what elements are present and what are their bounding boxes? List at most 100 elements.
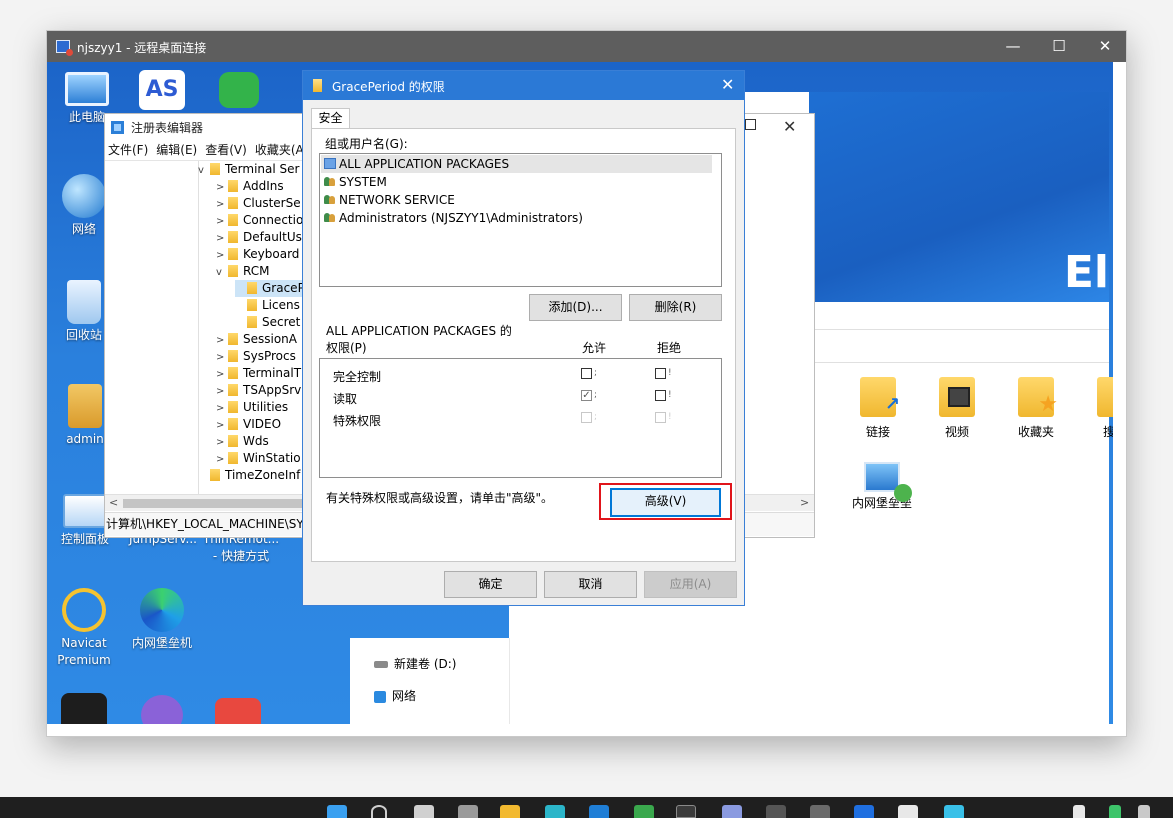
tree-node[interactable]: > Keyboard <box>216 246 299 264</box>
app-tile-icon[interactable]: AS <box>139 70 185 110</box>
list-item[interactable]: NETWORK SERVICE <box>321 191 712 209</box>
expand-arrow-icon[interactable]: > <box>216 434 228 451</box>
tree-node[interactable]: > ClusterSe <box>216 195 301 213</box>
tree-node[interactable]: > WinStatio <box>216 450 301 468</box>
group-user-list[interactable]: ALL APPLICATION PACKAGES SYSTEM NETWORK … <box>319 153 722 287</box>
full-control-deny-checkbox[interactable] <box>655 368 666 379</box>
scroll-right-icon[interactable]: > <box>800 496 809 509</box>
dialog-close-button[interactable]: ✕ <box>721 75 734 94</box>
start-icon[interactable] <box>327 805 347 818</box>
expand-arrow-icon[interactable]: > <box>216 196 228 213</box>
wps-icon[interactable] <box>215 698 261 724</box>
wechat-icon[interactable] <box>634 805 654 818</box>
tree-node[interactable]: > DefaultUs <box>216 229 302 247</box>
expand-arrow-icon[interactable]: > <box>216 400 228 417</box>
rdp-title-bar[interactable]: njszyy1 - 远程桌面连接 — ☐ ✕ <box>47 31 1126 62</box>
minimize-button[interactable]: — <box>990 31 1036 62</box>
edge-icon[interactable] <box>545 805 565 818</box>
add-button[interactable]: 添加(D)... <box>529 294 622 321</box>
list-item[interactable]: SYSTEM <box>321 173 712 191</box>
tree-node[interactable]: > VIDEO <box>216 416 281 434</box>
check-app-icon[interactable] <box>854 805 874 818</box>
folder-favorites[interactable]: 收藏夹 <box>1001 377 1071 440</box>
folder-searches[interactable]: 搜索 <box>1080 377 1113 440</box>
close-button[interactable]: ✕ <box>1082 31 1128 62</box>
nav-item-network[interactable]: 网络 <box>374 687 416 704</box>
expand-arrow-icon[interactable]: > <box>216 179 228 196</box>
tray-icon[interactable] <box>1109 805 1121 818</box>
user-folder-icon <box>68 384 102 428</box>
expand-arrow-icon[interactable]: > <box>216 230 228 247</box>
expand-arrow-icon[interactable]: v <box>216 264 228 281</box>
folder-videos[interactable]: 视频 <box>922 377 992 440</box>
app-icon[interactable] <box>810 805 830 818</box>
desktop-icon-label: 回收站 <box>65 328 102 342</box>
scrollbar-thumb[interactable] <box>123 499 303 508</box>
tree-node[interactable]: > Utilities <box>216 399 288 417</box>
folder-links[interactable]: 链接 <box>843 377 913 440</box>
read-allow-checkbox[interactable]: ✓ <box>581 390 592 401</box>
terminal-icon[interactable] <box>766 805 786 818</box>
expand-arrow-icon[interactable]: > <box>216 213 228 230</box>
app-icon[interactable] <box>722 805 742 818</box>
tree-node[interactable]: v RCM <box>216 263 269 281</box>
tray-icon[interactable] <box>1073 805 1085 818</box>
close-button[interactable]: ✕ <box>783 117 796 136</box>
permissions-dialog: GracePeriod 的权限 ✕ 安全 组或用户名(G): ALL APPLI… <box>302 70 745 606</box>
maximize-button[interactable] <box>745 119 756 130</box>
expand-arrow-icon[interactable]: > <box>216 451 228 468</box>
tree-node[interactable]: > AddIns <box>216 178 284 196</box>
menu-favorites[interactable]: 收藏夹(A) <box>255 140 309 160</box>
app-purple-icon[interactable] <box>141 695 183 724</box>
menu-view[interactable]: 查看(V) <box>205 140 247 160</box>
group-name: ALL APPLICATION PACKAGES <box>339 157 510 171</box>
file-explorer-icon[interactable] <box>500 805 520 818</box>
app-icon[interactable] <box>944 805 964 818</box>
menu-file[interactable]: 文件(F) <box>108 140 148 160</box>
tree-node[interactable]: Secret <box>235 314 300 331</box>
tab-security[interactable]: 安全 <box>311 108 350 129</box>
full-control-allow-checkbox[interactable] <box>581 368 592 379</box>
remove-button[interactable]: 删除(R) <box>629 294 722 321</box>
task-view-icon[interactable] <box>414 805 434 818</box>
list-item[interactable]: ALL APPLICATION PACKAGES <box>321 155 712 173</box>
settings-icon[interactable] <box>458 805 478 818</box>
tree-node-selected[interactable]: GraceP <box>235 280 305 297</box>
nav-item-drive-d[interactable]: 新建卷 (D:) <box>374 655 456 672</box>
document-icon[interactable] <box>898 805 918 818</box>
tree-node[interactable]: > TerminalT <box>216 365 301 383</box>
desktop-icon-bastion[interactable]: 内网堡垒机 <box>122 588 202 652</box>
tree-node[interactable]: Licens <box>235 297 300 314</box>
expand-arrow-icon[interactable]: > <box>216 332 228 349</box>
tree-node[interactable]: > TSAppSrv <box>216 382 301 400</box>
tree-node[interactable]: > SysProcs <box>216 348 296 366</box>
menu-edit[interactable]: 编辑(E) <box>156 140 197 160</box>
tree-node[interactable]: v Terminal Ser <box>198 161 299 179</box>
tray-icon[interactable] <box>1138 805 1150 818</box>
cloud-app-icon[interactable] <box>219 72 259 108</box>
tree-node[interactable]: > SessionA <box>216 331 297 349</box>
scroll-left-icon[interactable]: < <box>109 496 118 509</box>
app-dark-icon[interactable] <box>61 693 107 724</box>
expand-arrow-icon[interactable]: > <box>216 247 228 264</box>
tree-node[interactable]: TimeZoneInf <box>198 467 300 484</box>
read-deny-checkbox[interactable] <box>655 390 666 401</box>
desktop-icon-navicat[interactable]: Navicat Premium <box>47 588 124 669</box>
folder-icon <box>228 248 238 260</box>
expand-arrow-icon[interactable]: > <box>216 383 228 400</box>
expand-arrow-icon[interactable]: v <box>198 162 210 179</box>
network-computer-item[interactable]: 内网堡垒垒 <box>837 462 927 511</box>
maximize-button[interactable]: ☐ <box>1036 31 1082 62</box>
expand-arrow-icon[interactable]: > <box>216 349 228 366</box>
remote-desktop-icon[interactable] <box>676 805 696 818</box>
tree-node[interactable]: > Wds <box>216 433 269 451</box>
dialog-title-bar[interactable]: GracePeriod 的权限 ✕ <box>303 71 744 100</box>
store-icon[interactable] <box>589 805 609 818</box>
expand-arrow-icon[interactable]: > <box>216 417 228 434</box>
expand-arrow-icon[interactable]: > <box>216 366 228 383</box>
search-icon[interactable] <box>371 805 387 818</box>
list-item[interactable]: Administrators (NJSZYY1\Administrators) <box>321 209 712 227</box>
tree-node[interactable]: > Connectio <box>216 212 303 230</box>
cancel-button[interactable]: 取消 <box>544 571 637 598</box>
ok-button[interactable]: 确定 <box>444 571 537 598</box>
